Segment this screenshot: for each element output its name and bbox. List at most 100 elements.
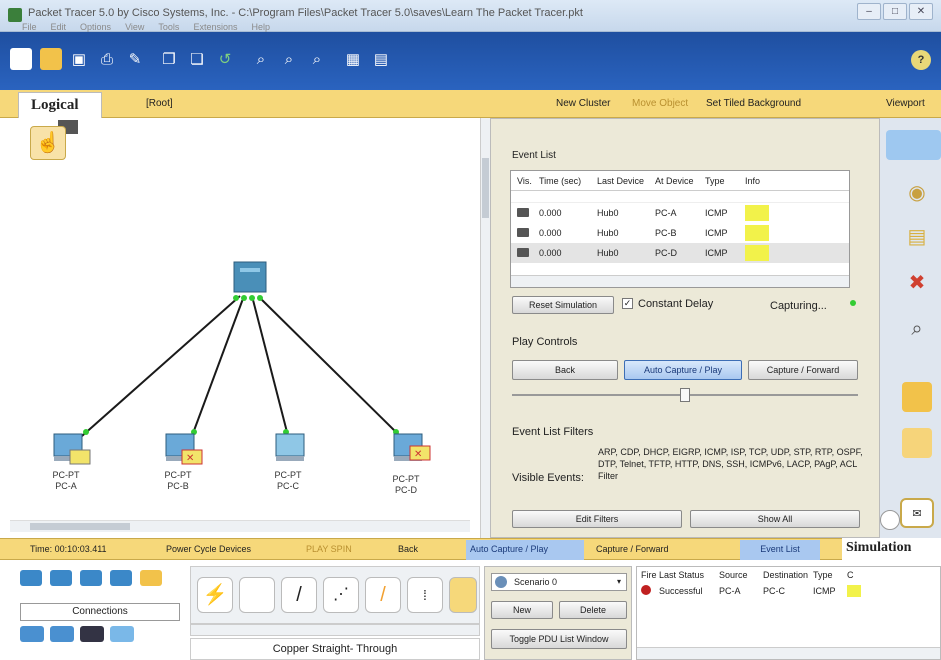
custom-device-icon[interactable]: ▤: [370, 48, 392, 70]
bottom-auto-capture-button[interactable]: Auto Capture / Play: [466, 540, 584, 560]
wan-emulation-icon[interactable]: [50, 626, 74, 642]
fast-forward-button[interactable]: PLAY SPIN: [306, 544, 352, 554]
menu-help[interactable]: Help: [251, 22, 270, 32]
constant-delay-checkbox[interactable]: ✓: [622, 298, 633, 309]
table-row[interactable]: Successful PC-A PC-C ICMP: [637, 583, 940, 599]
event-list-table[interactable]: Vis. Time (sec) Last Device At Device Ty…: [510, 170, 850, 288]
col-at-device[interactable]: At Device: [655, 176, 705, 186]
paste-icon[interactable]: ❏: [186, 48, 208, 70]
select-icon[interactable]: [886, 130, 941, 160]
coaxial-cable-icon[interactable]: [449, 577, 477, 613]
row-info-color[interactable]: [745, 245, 769, 261]
zoom-out-icon[interactable]: ⌕: [306, 48, 328, 70]
pc-d-device[interactable]: ✕: [393, 433, 431, 461]
inspect-magnifier-icon[interactable]: ⌕: [902, 314, 932, 344]
delete-scenario-button[interactable]: Delete: [559, 601, 627, 619]
realtime-clock-icon[interactable]: [880, 510, 900, 530]
table-row[interactable]: 0.000 Hub0 PC-B ICMP: [511, 223, 849, 243]
row-info-color[interactable]: [745, 205, 769, 221]
bottom-back-button[interactable]: Back: [398, 544, 418, 554]
routers-icon[interactable]: [20, 570, 42, 586]
add-simple-pdu-icon[interactable]: [902, 382, 932, 412]
fiber-cable-icon[interactable]: /: [365, 577, 401, 613]
row-info-color[interactable]: [745, 225, 769, 241]
table-row[interactable]: 0.000 Hub0 PC-A ICMP: [511, 203, 849, 223]
auto-capture-play-button[interactable]: Auto Capture / Play: [624, 360, 742, 380]
col-fire[interactable]: Fire: [637, 570, 659, 580]
menu-view[interactable]: View: [125, 22, 144, 32]
simulation-mode-icon[interactable]: ✉: [900, 498, 934, 528]
toggle-pdu-list-button[interactable]: Toggle PDU List Window: [491, 629, 627, 649]
help-icon[interactable]: ?: [911, 50, 931, 70]
wizard-icon[interactable]: ✎: [124, 48, 146, 70]
col-last-device[interactable]: Last Device: [597, 176, 655, 186]
wireless-icon[interactable]: [110, 570, 132, 586]
phone-cable-icon[interactable]: ⁞: [407, 577, 443, 613]
scenario-select[interactable]: Scenario 0: [491, 573, 627, 591]
print-icon[interactable]: ⎙: [96, 48, 118, 70]
edit-filters-button[interactable]: Edit Filters: [512, 510, 682, 528]
pdu-table-scrollbar[interactable]: [637, 647, 940, 659]
show-all-button[interactable]: Show All: [690, 510, 860, 528]
col-last-status[interactable]: Last Status: [659, 570, 719, 580]
col-vis[interactable]: Vis.: [511, 176, 539, 186]
col-type[interactable]: Type: [705, 176, 745, 186]
new-file-icon[interactable]: [10, 48, 32, 70]
menu-options[interactable]: Options: [80, 22, 111, 32]
open-folder-icon[interactable]: [40, 48, 62, 70]
link-hub-pc-d[interactable]: [257, 295, 401, 437]
palette-icon[interactable]: ▦: [342, 48, 364, 70]
custom-devices-icon[interactable]: [80, 626, 104, 642]
auto-cable-icon[interactable]: ⚡: [197, 577, 233, 613]
zoom-in-icon[interactable]: ⌕: [250, 48, 272, 70]
reset-simulation-button[interactable]: Reset Simulation: [512, 296, 614, 314]
chevron-down-icon[interactable]: ▾: [617, 577, 621, 586]
col-pdu-type[interactable]: Type: [813, 570, 847, 580]
new-cluster-button[interactable]: New Cluster: [556, 98, 610, 109]
event-list-scrollbar[interactable]: [511, 275, 849, 287]
link-hub-pc-b[interactable]: [191, 295, 245, 437]
col-color[interactable]: C: [847, 570, 854, 580]
console-cable-icon[interactable]: [239, 577, 275, 613]
hand-select-icon[interactable]: ☝: [30, 126, 66, 160]
set-tiled-background-button[interactable]: Set Tiled Background: [706, 98, 801, 109]
move-layout-icon[interactable]: ◉: [902, 178, 932, 208]
link-hub-pc-a[interactable]: [81, 295, 241, 437]
viewport-button[interactable]: Viewport: [886, 98, 925, 109]
delete-icon[interactable]: ✖: [902, 268, 932, 298]
power-cycle-button[interactable]: Power Cycle Devices: [166, 544, 251, 554]
capture-forward-button[interactable]: Capture / Forward: [748, 360, 858, 380]
back-button[interactable]: Back: [512, 360, 618, 380]
multiuser-icon[interactable]: [110, 626, 134, 642]
fire-icon[interactable]: [641, 585, 651, 595]
undo-icon[interactable]: ↺: [214, 48, 236, 70]
connections-icon[interactable]: [140, 570, 162, 586]
menu-file[interactable]: File: [22, 22, 37, 32]
close-button[interactable]: ✕: [909, 3, 933, 20]
workspace-horizontal-scrollbar[interactable]: [10, 520, 470, 532]
menu-extensions[interactable]: Extensions: [193, 22, 237, 32]
copper-crossover-icon[interactable]: ⋰: [323, 577, 359, 613]
simulation-tab[interactable]: Simulation: [842, 538, 941, 560]
root-label[interactable]: [Root]: [146, 98, 173, 109]
switches-icon[interactable]: [50, 570, 72, 586]
copy-icon[interactable]: ❐: [158, 48, 180, 70]
workspace-vertical-scrollbar[interactable]: [480, 118, 490, 538]
pc-c-device[interactable]: [275, 433, 305, 461]
pdu-list-table[interactable]: Fire Last Status Source Destination Type…: [636, 566, 941, 660]
pc-a-device[interactable]: [53, 433, 91, 465]
cable-list-scrollbar[interactable]: [190, 624, 480, 636]
end-devices-icon[interactable]: [20, 626, 44, 642]
play-speed-slider[interactable]: [680, 388, 690, 402]
hubs-icon[interactable]: [80, 570, 102, 586]
pc-b-device[interactable]: ✕: [165, 433, 203, 465]
add-complex-pdu-icon[interactable]: [902, 428, 932, 458]
save-icon[interactable]: ▣: [68, 48, 90, 70]
table-row-selected[interactable]: 0.000 Hub0 PC-D ICMP: [511, 243, 849, 263]
zoom-reset-icon[interactable]: ⌕: [278, 48, 300, 70]
minimize-button[interactable]: –: [857, 3, 881, 20]
menu-tools[interactable]: Tools: [158, 22, 179, 32]
menu-edit[interactable]: Edit: [51, 22, 67, 32]
event-list-toggle-button[interactable]: Event List: [740, 540, 820, 560]
copper-straight-through-icon[interactable]: /: [281, 577, 317, 613]
